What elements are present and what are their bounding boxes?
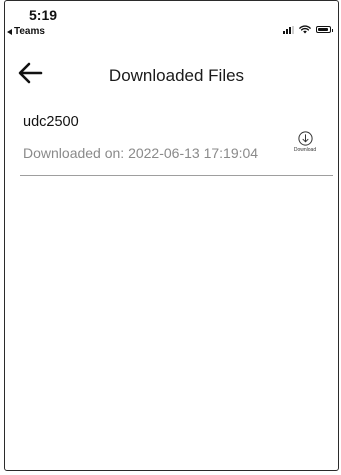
- nav-header: Downloaded Files: [5, 51, 338, 99]
- file-downloaded-date: Downloaded on: 2022-06-13 17:19:04: [23, 145, 259, 161]
- file-name: udc2500: [23, 114, 79, 130]
- phone-frame: 5:19 Teams Downloaded Files udc2500 Down…: [4, 0, 339, 471]
- wifi-icon: [299, 25, 311, 34]
- back-triangle-icon: [7, 28, 12, 35]
- status-icons: [283, 25, 333, 34]
- download-label: Download: [293, 147, 317, 153]
- status-time: 5:19: [29, 7, 58, 23]
- status-bar: 5:19 Teams: [5, 1, 338, 51]
- battery-icon: [316, 26, 333, 33]
- back-to-app-label: Teams: [14, 26, 45, 37]
- download-button[interactable]: Download: [289, 131, 321, 153]
- cellular-signal-icon: [283, 25, 294, 34]
- page-title: Downloaded Files: [108, 66, 245, 85]
- download-circle-icon: [297, 131, 313, 146]
- list-item[interactable]: udc2500 Downloaded on: 2022-06-13 17:19:…: [20, 111, 333, 176]
- back-to-app-link[interactable]: Teams: [7, 26, 45, 37]
